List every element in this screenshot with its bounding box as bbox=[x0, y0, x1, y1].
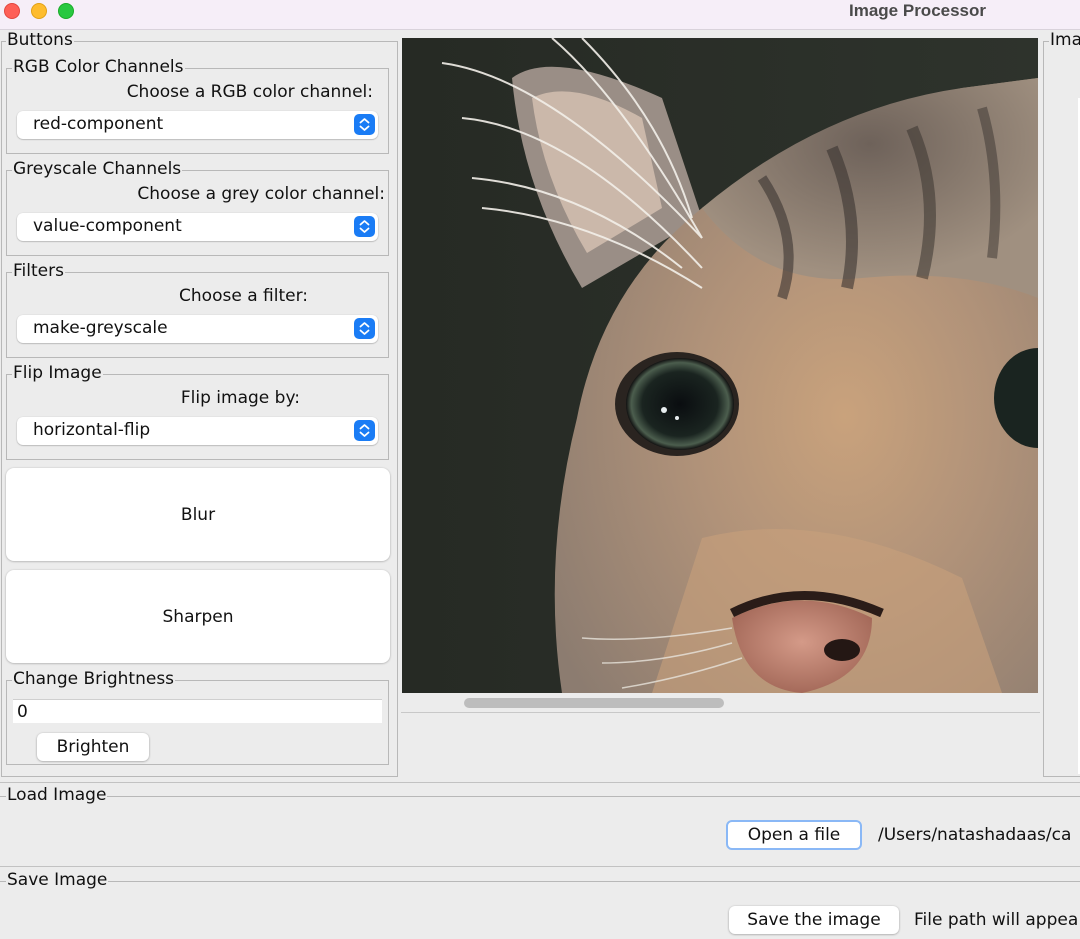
filters-legend: Filters bbox=[12, 261, 65, 281]
save-image-legend: Save Image bbox=[6, 870, 109, 890]
chevron-updown-icon bbox=[354, 318, 375, 339]
brightness-group: Change Brightness 0 Brighten bbox=[6, 669, 389, 765]
brightness-legend: Change Brightness bbox=[12, 669, 176, 689]
image-view bbox=[402, 38, 1038, 693]
filter-select[interactable]: make-greyscale bbox=[17, 315, 378, 343]
chevron-updown-icon bbox=[354, 114, 375, 135]
filters-group: Filters Choose a filter: make-greyscale bbox=[6, 261, 389, 358]
image-display-panel bbox=[401, 37, 1040, 713]
rgb-channel-value: red-component bbox=[33, 114, 164, 134]
rgb-channels-legend: RGB Color Channels bbox=[12, 57, 185, 77]
rgb-channel-select[interactable]: red-component bbox=[17, 111, 378, 139]
divider bbox=[0, 866, 1080, 867]
flip-select[interactable]: horizontal-flip bbox=[17, 417, 378, 445]
filter-value: make-greyscale bbox=[33, 318, 168, 338]
save-file-path: File path will appea bbox=[914, 910, 1079, 930]
blur-button[interactable]: Blur bbox=[6, 468, 390, 561]
flip-image-group: Flip Image Flip image by: horizontal-fli… bbox=[6, 363, 389, 460]
sharpen-button-label: Sharpen bbox=[162, 606, 234, 627]
rgb-channels-group: RGB Color Channels Choose a RGB color ch… bbox=[6, 57, 389, 154]
image-horizontal-scrollbar[interactable] bbox=[464, 698, 724, 708]
blur-button-label: Blur bbox=[180, 504, 216, 525]
grey-channel-select[interactable]: value-component bbox=[17, 213, 378, 241]
rgb-channel-prompt: Choose a RGB color channel: bbox=[126, 82, 373, 102]
flip-value: horizontal-flip bbox=[33, 420, 151, 440]
open-file-button[interactable]: Open a file bbox=[726, 820, 862, 850]
brighten-button[interactable]: Brighten bbox=[37, 733, 149, 761]
loaded-file-path: /Users/natashadaas/ca bbox=[878, 825, 1072, 845]
brightness-input[interactable]: 0 bbox=[13, 699, 382, 723]
open-file-button-label: Open a file bbox=[747, 825, 841, 845]
filter-prompt: Choose a filter: bbox=[179, 286, 308, 306]
load-image-legend: Load Image bbox=[6, 785, 108, 805]
window-title: Image Processor bbox=[849, 1, 987, 20]
histogram-panel-legend: Ima bbox=[1049, 30, 1080, 50]
flip-prompt: Flip image by: bbox=[180, 388, 300, 408]
grey-channel-prompt: Choose a grey color channel: bbox=[137, 184, 385, 204]
zoom-icon[interactable] bbox=[58, 3, 74, 19]
brighten-button-label: Brighten bbox=[56, 737, 130, 757]
chevron-updown-icon bbox=[354, 420, 375, 441]
histogram-panel: Ima bbox=[1043, 30, 1080, 777]
save-image-button-label: Save the image bbox=[747, 910, 881, 930]
title-bar: Image Processor bbox=[0, 0, 1080, 30]
save-image-button[interactable]: Save the image bbox=[729, 906, 899, 934]
greyscale-channels-legend: Greyscale Channels bbox=[12, 159, 183, 179]
close-icon[interactable] bbox=[4, 3, 20, 19]
cat-image bbox=[402, 38, 1038, 693]
sharpen-button[interactable]: Sharpen bbox=[6, 570, 390, 663]
chevron-updown-icon bbox=[354, 216, 375, 237]
minimize-icon[interactable] bbox=[31, 3, 47, 19]
grey-channel-value: value-component bbox=[33, 216, 182, 236]
buttons-panel-legend: Buttons bbox=[6, 30, 74, 50]
flip-image-legend: Flip Image bbox=[12, 363, 103, 383]
divider bbox=[0, 782, 1080, 783]
greyscale-channels-group: Greyscale Channels Choose a grey color c… bbox=[6, 159, 389, 256]
